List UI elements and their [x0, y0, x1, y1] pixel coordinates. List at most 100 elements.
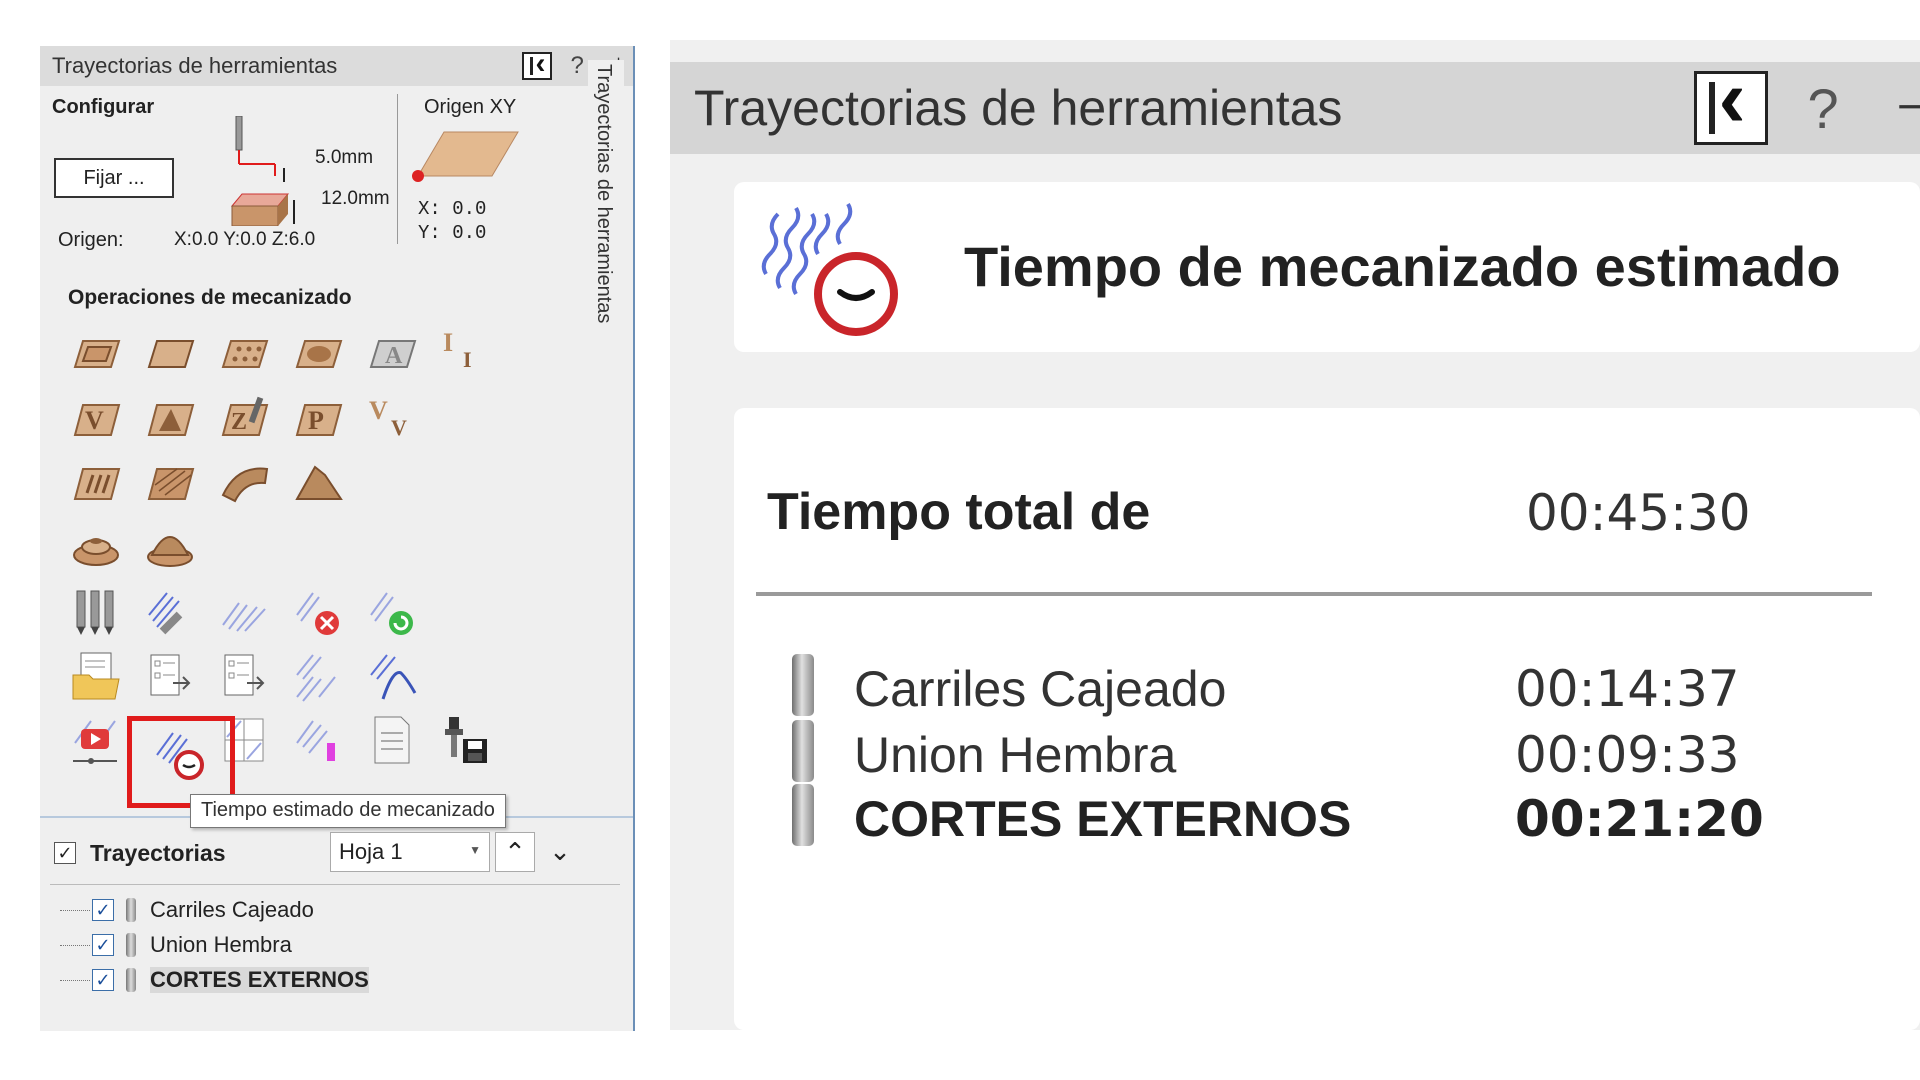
origin-coords: X:0.0 Y:0.0 Z:6.0: [174, 229, 316, 250]
panel-title: Trayectorias de herramientas: [52, 53, 338, 78]
toolpath-tree-item-selected[interactable]: ✓ CORTES EXTERNOS: [60, 964, 369, 996]
toolpath-time-row: Carriles Cajeado 00:14:37: [792, 654, 1892, 724]
move-down-button[interactable]: ⌄: [540, 832, 580, 872]
tree-connector: [60, 909, 90, 911]
toolpath-name: Union Hembra: [150, 932, 292, 957]
help-icon[interactable]: ?: [570, 52, 583, 80]
svg-text:Z: Z: [231, 409, 247, 435]
toolpath-time: 00:09:33: [1515, 726, 1740, 784]
tooltip: Tiempo estimado de mecanizado: [190, 794, 506, 828]
estimate-header-card: Tiempo de mecanizado estimado: [734, 182, 1920, 352]
help-icon[interactable]: ?: [1808, 76, 1839, 141]
move-up-button[interactable]: ⌃: [495, 832, 535, 872]
time-summary-card: Tiempo total de 00:45:30 Carriles Cajead…: [734, 408, 1920, 1030]
xy-origin-title: Origen XY: [424, 96, 517, 118]
toolpath-report-icon[interactable]: [364, 712, 420, 768]
edit-toolpath-icon[interactable]: [142, 584, 198, 640]
moulding-toolpath-icon[interactable]: P: [290, 390, 346, 446]
page: Trayectorias de herramientas ? ⊣ Configu…: [0, 0, 1920, 1080]
toolpath-name: Carriles Cajeado: [150, 897, 314, 922]
estimate-heading: Tiempo de mecanizado estimado: [964, 235, 1841, 298]
toolpath-tree-item[interactable]: ✓ Carriles Cajeado: [60, 894, 314, 926]
toolpath-name: CORTES EXTERNOS: [854, 791, 1352, 847]
delete-toolpath-icon[interactable]: [290, 584, 346, 640]
profile-toolpath-icon[interactable]: [68, 326, 124, 382]
toolpaths-label: Trayectorias: [90, 840, 226, 866]
pocket-toolpath-icon[interactable]: [142, 326, 198, 382]
svg-text:P: P: [308, 406, 324, 435]
time-estimate-panel: Trayectorias de herramientas ? ⊣ Tiempo …: [670, 40, 1920, 1030]
toolpath-summary-icon[interactable]: [364, 648, 420, 704]
xy-origin-y: Y: 0.0: [418, 222, 487, 244]
svg-text:A: A: [385, 343, 403, 369]
chevron-up-icon: ⌃: [504, 837, 526, 867]
toolpath-tree-item[interactable]: ✓ Union Hembra: [60, 929, 292, 961]
svg-text:V: V: [391, 415, 407, 440]
panel-title-bar: Trayectorias de herramientas ? ⊣: [670, 52, 1920, 154]
vertical-panel-tab[interactable]: Trayectorias de herramientas: [588, 60, 624, 380]
svg-text:V: V: [369, 396, 388, 425]
toolpath-time-row: CORTES EXTERNOS 00:21:20: [792, 784, 1892, 854]
endmill-icon: [126, 968, 136, 992]
svg-text:I: I: [463, 347, 472, 372]
tool-database-icon[interactable]: [68, 584, 124, 640]
machining-time-icon: [761, 202, 898, 336]
divider: [756, 592, 1872, 596]
dome-toolpath-icon[interactable]: [142, 518, 198, 574]
origin-label: Origen:: [58, 229, 124, 251]
toolpaths-header: ✓ Trayectorias Hoja 1 ▼ ⌃ ⌄: [40, 832, 633, 882]
quick-engrave-icon[interactable]: [290, 326, 346, 382]
endmill-icon: [126, 933, 136, 957]
visible-toolpaths-icon[interactable]: [290, 712, 346, 768]
prism-carve-icon[interactable]: [142, 390, 198, 446]
profiling-3d-icon[interactable]: [68, 518, 124, 574]
xy-origin-plate-icon: [412, 131, 519, 182]
collapse-panel-icon[interactable]: [522, 47, 553, 81]
merge-template-icon[interactable]: [216, 648, 272, 704]
toolpaths-visibility-checkbox[interactable]: ✓: [54, 842, 76, 864]
toolpath-time: 00:14:37: [1515, 660, 1740, 718]
save-toolpath-icon[interactable]: [438, 712, 494, 768]
drilling-toolpath-icon[interactable]: [216, 326, 272, 382]
svg-text:V: V: [85, 406, 104, 435]
total-time-value: 00:45:30: [1526, 484, 1751, 542]
vcarve-toolpath-icon[interactable]: V: [68, 390, 124, 446]
vcarve-inlay-icon[interactable]: VV: [364, 386, 420, 442]
fix-button[interactable]: Fijar ...: [54, 158, 174, 198]
merge-toolpaths-icon[interactable]: [290, 648, 346, 704]
chevron-down-icon: ▼: [469, 843, 481, 857]
panel-title-bar: Trayectorias de herramientas ? ⊣: [40, 46, 633, 86]
roughing-toolpath-icon[interactable]: [216, 454, 272, 510]
tree-connector: [60, 944, 90, 946]
endmill-icon: [792, 654, 814, 716]
preview-toolpath-icon[interactable]: [216, 584, 272, 640]
xy-origin-x: X: 0.0: [418, 198, 487, 220]
pin-icon[interactable]: ⊣: [1895, 78, 1920, 138]
toolpath-name: Carriles Cajeado: [854, 661, 1227, 717]
material-thickness-label: 12.0mm: [321, 188, 390, 209]
configure-heading: Configurar: [52, 96, 155, 118]
sheet-select[interactable]: Hoja 1 ▼: [330, 832, 490, 872]
simulation-video-icon[interactable]: [68, 712, 124, 768]
divider: [397, 94, 398, 244]
texture-toolpath-icon[interactable]: A: [364, 326, 420, 382]
toolpaths-panel: Trayectorias de herramientas ? ⊣ Configu…: [40, 46, 635, 1031]
collapse-panel-icon[interactable]: [1693, 52, 1768, 146]
chamfer-toolpath-icon[interactable]: Z: [216, 390, 272, 446]
raster-toolpath-icon[interactable]: [142, 454, 198, 510]
toolpath-name: Union Hembra: [854, 727, 1177, 783]
toolpath-name: CORTES EXTERNOS: [150, 967, 369, 993]
inlay-toolpath-icon[interactable]: II: [438, 320, 494, 376]
finishing-toolpath-icon[interactable]: [290, 454, 346, 510]
save-template-icon[interactable]: [142, 648, 198, 704]
fluting-toolpath-icon[interactable]: [68, 454, 124, 510]
toolpath-checkbox[interactable]: ✓: [92, 899, 114, 921]
toolpath-checkbox[interactable]: ✓: [92, 969, 114, 991]
recalculate-toolpath-icon[interactable]: [364, 584, 420, 640]
toolpath-time-row: Union Hembra 00:09:33: [792, 720, 1892, 790]
sheet-select-value: Hoja 1: [339, 839, 403, 864]
open-template-icon[interactable]: [68, 648, 124, 704]
total-time-label: Tiempo total de: [767, 483, 1151, 541]
svg-text:I: I: [443, 328, 453, 357]
toolpath-checkbox[interactable]: ✓: [92, 934, 114, 956]
